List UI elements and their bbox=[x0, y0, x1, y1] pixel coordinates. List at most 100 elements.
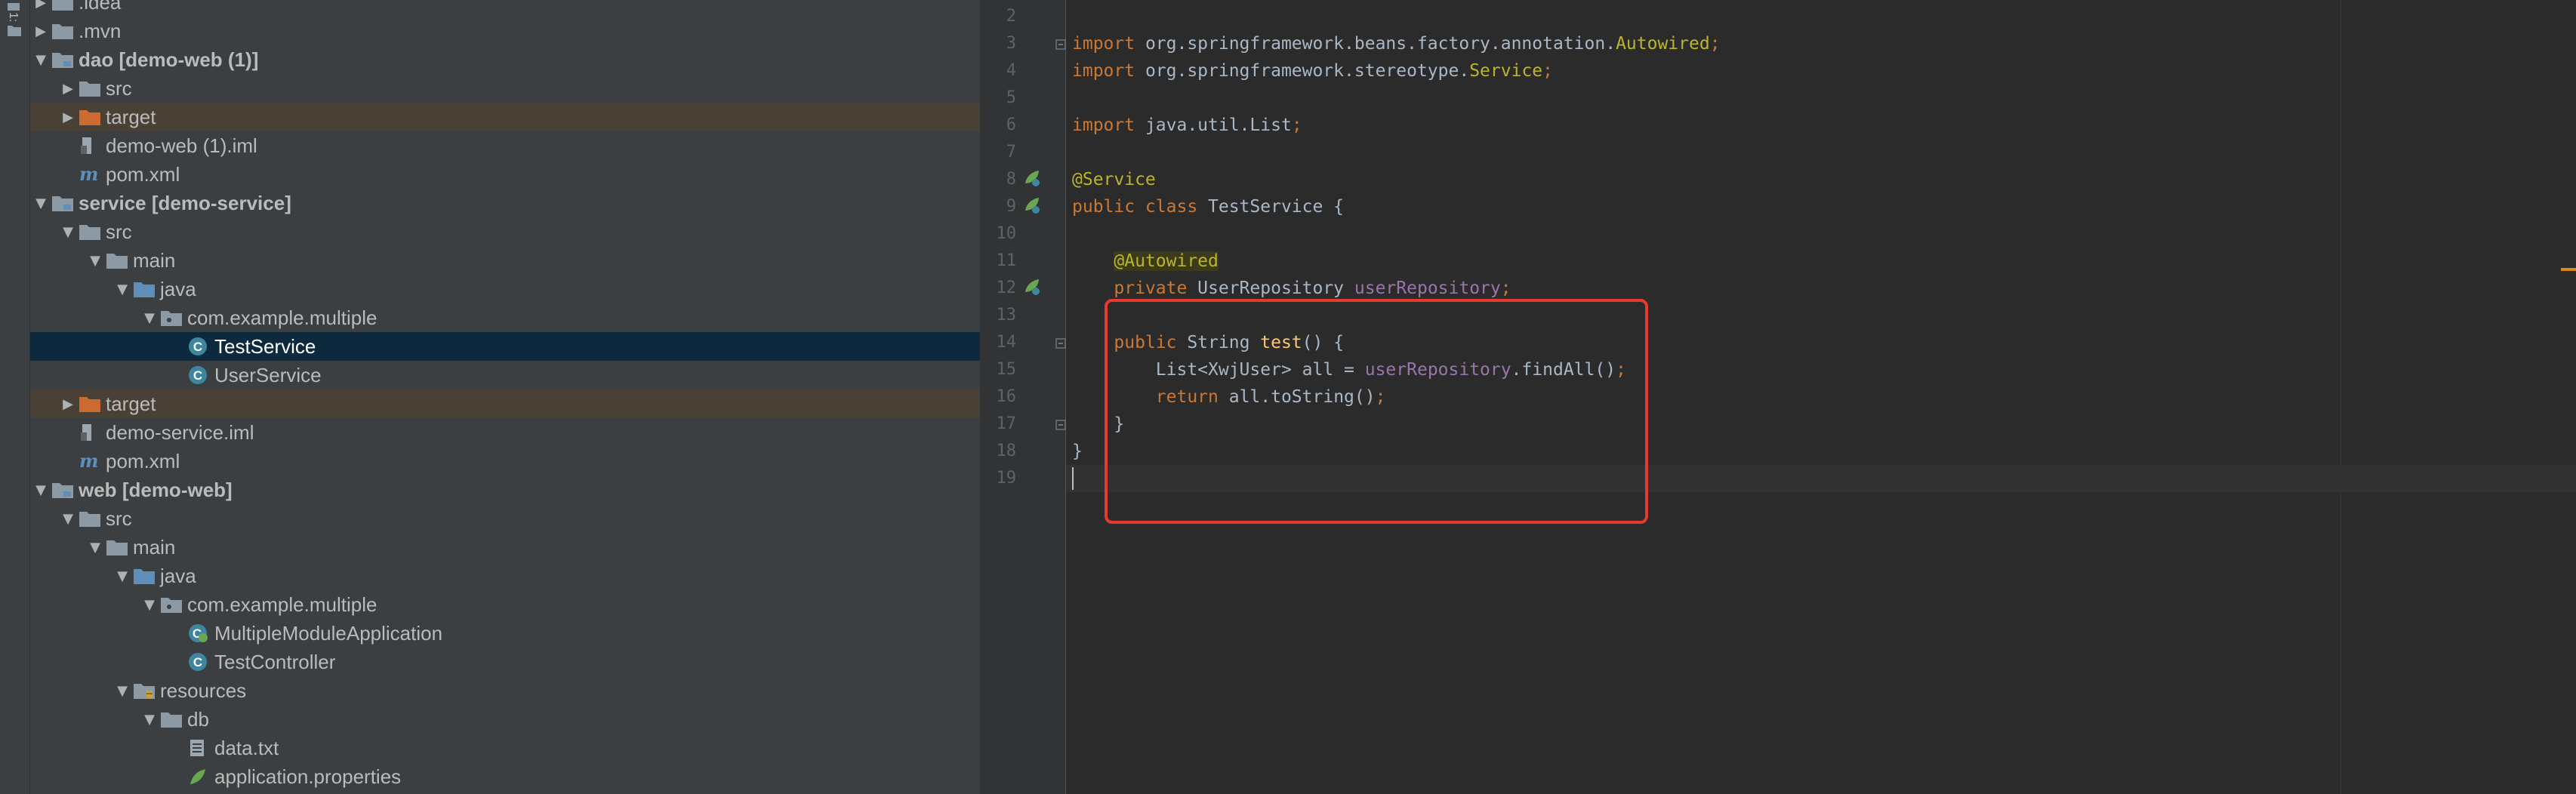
tree-node[interactable]: C TestController bbox=[30, 648, 980, 676]
spring-boot-class-icon: C bbox=[187, 619, 210, 648]
folder-icon bbox=[106, 246, 128, 275]
tree-node[interactable]: C UserService bbox=[30, 361, 980, 389]
icon-shape: C bbox=[193, 340, 202, 354]
tree-node[interactable]: C MultipleModuleApplication bbox=[30, 619, 980, 648]
tree-node[interactable]: ▼ main bbox=[30, 533, 980, 562]
icon-shape bbox=[161, 311, 182, 326]
tree-node[interactable]: ▶ .idea bbox=[30, 0, 980, 17]
tree-node[interactable]: m pom.xml bbox=[30, 447, 980, 475]
fold-marker-icon[interactable] bbox=[1055, 419, 1066, 430]
icon-shape bbox=[106, 254, 128, 269]
code-line[interactable]: private UserRepository userRepository; bbox=[1072, 275, 2544, 302]
collapse-arrow-icon[interactable]: ▼ bbox=[30, 475, 51, 504]
tree-node[interactable]: ▼ db bbox=[30, 705, 980, 734]
collapse-arrow-icon[interactable]: ▼ bbox=[85, 533, 106, 562]
collapse-arrow-icon[interactable]: ▼ bbox=[112, 676, 133, 705]
spring-bean-gutter-icon[interactable] bbox=[1022, 195, 1042, 215]
code-line[interactable] bbox=[1072, 220, 2544, 248]
tree-node[interactable]: ▼ src bbox=[30, 504, 980, 533]
expand-arrow-icon[interactable]: ▶ bbox=[57, 74, 79, 103]
tree-node[interactable]: ▼ service [demo-service] bbox=[30, 189, 980, 217]
tree-node[interactable]: ▼ java bbox=[30, 562, 980, 590]
code-token: import bbox=[1072, 115, 1145, 135]
tree-node[interactable]: ▼ resources bbox=[30, 676, 980, 705]
spring-bean-gutter-icon[interactable] bbox=[1022, 168, 1042, 188]
code-line[interactable]: @Autowired bbox=[1072, 248, 2544, 275]
collapse-arrow-icon[interactable]: ▼ bbox=[30, 189, 51, 217]
collapse-arrow-icon[interactable]: ▼ bbox=[112, 275, 133, 303]
autowired-gutter-icon[interactable] bbox=[1022, 277, 1042, 297]
code-line[interactable]: @Service bbox=[1072, 166, 2544, 193]
tree-node[interactable]: ▶ src bbox=[30, 74, 980, 103]
icon-shape: C bbox=[189, 337, 207, 355]
tree-node[interactable]: ▼ java bbox=[30, 275, 980, 303]
code-line[interactable]: import org.springframework.beans.factory… bbox=[1072, 30, 2544, 57]
icon-shape bbox=[52, 24, 73, 39]
tree-node[interactable]: demo-web (1).iml bbox=[30, 131, 980, 160]
icon-shape bbox=[193, 751, 202, 752]
code-line[interactable]: import java.util.List; bbox=[1072, 112, 2544, 139]
tree-node-text: com.example.multiple bbox=[187, 592, 377, 616]
icon-shape bbox=[1025, 198, 1040, 214]
code-line[interactable]: import org.springframework.stereotype.Se… bbox=[1072, 57, 2544, 85]
tool-window-strip: 1: bbox=[0, 0, 30, 794]
tree-node[interactable]: data.txt bbox=[30, 734, 980, 762]
expand-arrow-icon[interactable]: ▶ bbox=[57, 103, 79, 131]
tree-node-text: demo-web (1).iml bbox=[106, 134, 257, 157]
collapse-arrow-icon[interactable]: ▼ bbox=[139, 303, 160, 332]
collapse-arrow-icon[interactable]: ▼ bbox=[139, 590, 160, 619]
tree-node[interactable]: ▼ web [demo-web] bbox=[30, 475, 980, 504]
code-line[interactable] bbox=[1072, 85, 2544, 112]
tree-node[interactable]: ▼ main bbox=[30, 246, 980, 275]
fold-marker-icon[interactable] bbox=[1055, 337, 1066, 349]
tree-node[interactable]: demo-service.iml bbox=[30, 418, 980, 447]
expand-arrow-icon[interactable]: ▶ bbox=[30, 17, 51, 45]
tree-node-text: resources bbox=[160, 679, 247, 702]
tree-node[interactable]: ▼ com.example.multiple bbox=[30, 590, 980, 619]
tree-node[interactable]: ▶ target bbox=[30, 389, 980, 418]
collapse-arrow-icon[interactable]: ▼ bbox=[57, 217, 79, 246]
collapse-arrow-icon[interactable]: ▼ bbox=[112, 562, 133, 590]
tree-node-text: src bbox=[106, 76, 132, 100]
tree-node[interactable]: ▼ com.example.multiple bbox=[30, 303, 980, 332]
fold-marker-icon[interactable] bbox=[1055, 38, 1066, 50]
iml-file-icon bbox=[79, 131, 101, 160]
icon-shape bbox=[193, 743, 202, 745]
expand-arrow-icon[interactable]: ▶ bbox=[30, 0, 51, 17]
tree-node[interactable]: C TestService bbox=[30, 332, 980, 361]
icon-shape bbox=[52, 0, 73, 11]
tree-node[interactable]: ▶ .mvn bbox=[30, 17, 980, 45]
icon-shape bbox=[81, 432, 87, 441]
expand-arrow-icon[interactable]: ▶ bbox=[57, 389, 79, 418]
collapse-arrow-icon[interactable]: ▼ bbox=[30, 45, 51, 74]
icon-shape bbox=[161, 311, 182, 326]
line-number: 9 bbox=[1006, 197, 1016, 216]
code-token: ; bbox=[1500, 279, 1511, 298]
tree-node[interactable]: m pom.xml bbox=[30, 160, 980, 189]
tree-node[interactable]: ▼ src bbox=[30, 217, 980, 246]
icon-shape bbox=[134, 569, 155, 584]
code-line[interactable] bbox=[1072, 139, 2544, 166]
code-line[interactable] bbox=[1072, 3, 2544, 30]
collapse-arrow-icon[interactable]: ▼ bbox=[57, 504, 79, 533]
folder-icon bbox=[79, 504, 101, 533]
line-number: 5 bbox=[1006, 88, 1016, 107]
folder-icon[interactable] bbox=[6, 23, 23, 38]
collapse-arrow-icon[interactable]: ▼ bbox=[139, 705, 160, 734]
icon-shape bbox=[1058, 343, 1063, 344]
editor-gutter[interactable]: 2 3 4 5 6 7 8 9 10 11 12 13 14 15 16 17 18 19 bbox=[980, 0, 1066, 794]
tree-node[interactable]: ▶ target bbox=[30, 103, 980, 131]
icon-shape bbox=[1032, 206, 1040, 214]
scrollbar-warning-mark[interactable] bbox=[2561, 268, 2576, 271]
icon-shape bbox=[79, 110, 100, 125]
line-number: 19 bbox=[996, 469, 1017, 488]
icon-shape bbox=[167, 318, 171, 322]
tree-node[interactable]: ▼ dao [demo-web (1)] bbox=[30, 45, 980, 74]
strip-label: 1: bbox=[7, 12, 20, 23]
collapse-arrow-icon[interactable]: ▼ bbox=[85, 246, 106, 275]
code-line[interactable]: public class TestService { bbox=[1072, 193, 2544, 220]
tree-node[interactable]: application.properties bbox=[30, 762, 980, 791]
